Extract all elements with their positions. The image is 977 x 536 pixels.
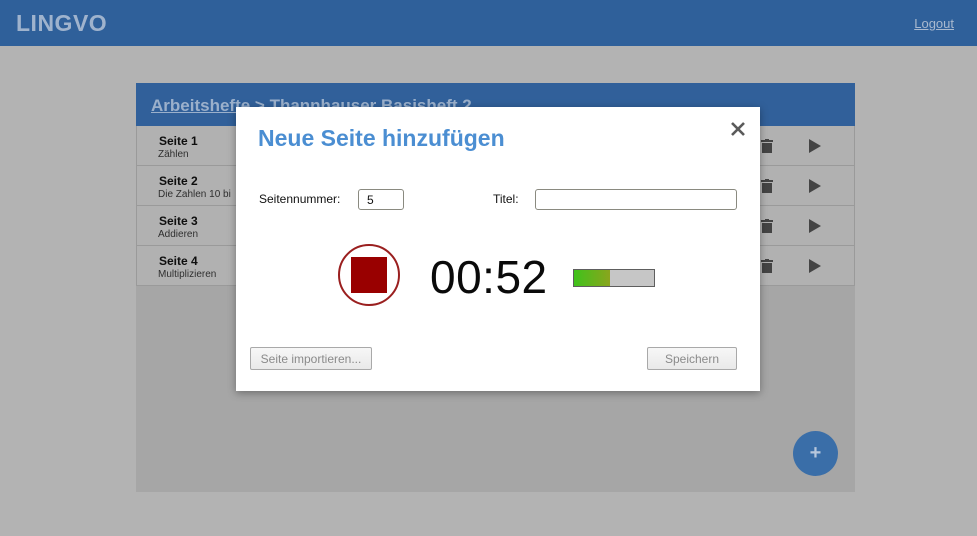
save-button[interactable]: Speichern <box>647 347 737 370</box>
dialog-title: Neue Seite hinzufügen <box>258 125 505 151</box>
recording-timer: 00:52 <box>430 251 548 303</box>
trash-icon[interactable] <box>761 219 773 233</box>
play-icon[interactable] <box>809 259 821 273</box>
play-icon[interactable] <box>809 139 821 153</box>
page-title: Seite 3 <box>159 214 198 228</box>
audio-level-meter <box>573 269 655 287</box>
page-subtitle: Zählen <box>158 149 189 160</box>
page-title: Seite 4 <box>159 254 198 268</box>
stop-recording-button[interactable] <box>338 244 400 306</box>
import-page-button[interactable]: Seite importieren... <box>250 347 372 370</box>
trash-icon[interactable] <box>761 259 773 273</box>
play-icon[interactable] <box>809 219 821 233</box>
title-label: Titel: <box>493 192 519 206</box>
trash-icon[interactable] <box>761 139 773 153</box>
page-number-field[interactable] <box>358 189 404 210</box>
page-subtitle: Die Zahlen 10 bi <box>158 189 231 200</box>
page-subtitle: Multiplizieren <box>158 269 217 280</box>
top-bar: LINGVO Logout <box>0 0 977 46</box>
page-title: Seite 2 <box>159 174 198 188</box>
close-icon[interactable] <box>729 120 747 138</box>
trash-icon[interactable] <box>761 179 773 193</box>
add-page-button[interactable]: + <box>793 431 838 476</box>
play-icon[interactable] <box>809 179 821 193</box>
app-logo: LINGVO <box>16 10 108 36</box>
page-subtitle: Addieren <box>158 229 199 240</box>
title-field[interactable] <box>535 189 737 210</box>
logout-link[interactable]: Logout <box>914 16 954 31</box>
page-number-label: Seitennummer: <box>259 192 341 206</box>
stop-icon <box>351 257 387 293</box>
add-page-dialog: Neue Seite hinzufügen Seitennummer: Tite… <box>236 107 760 391</box>
audio-level-fill <box>574 270 610 286</box>
page-title: Seite 1 <box>159 134 198 148</box>
